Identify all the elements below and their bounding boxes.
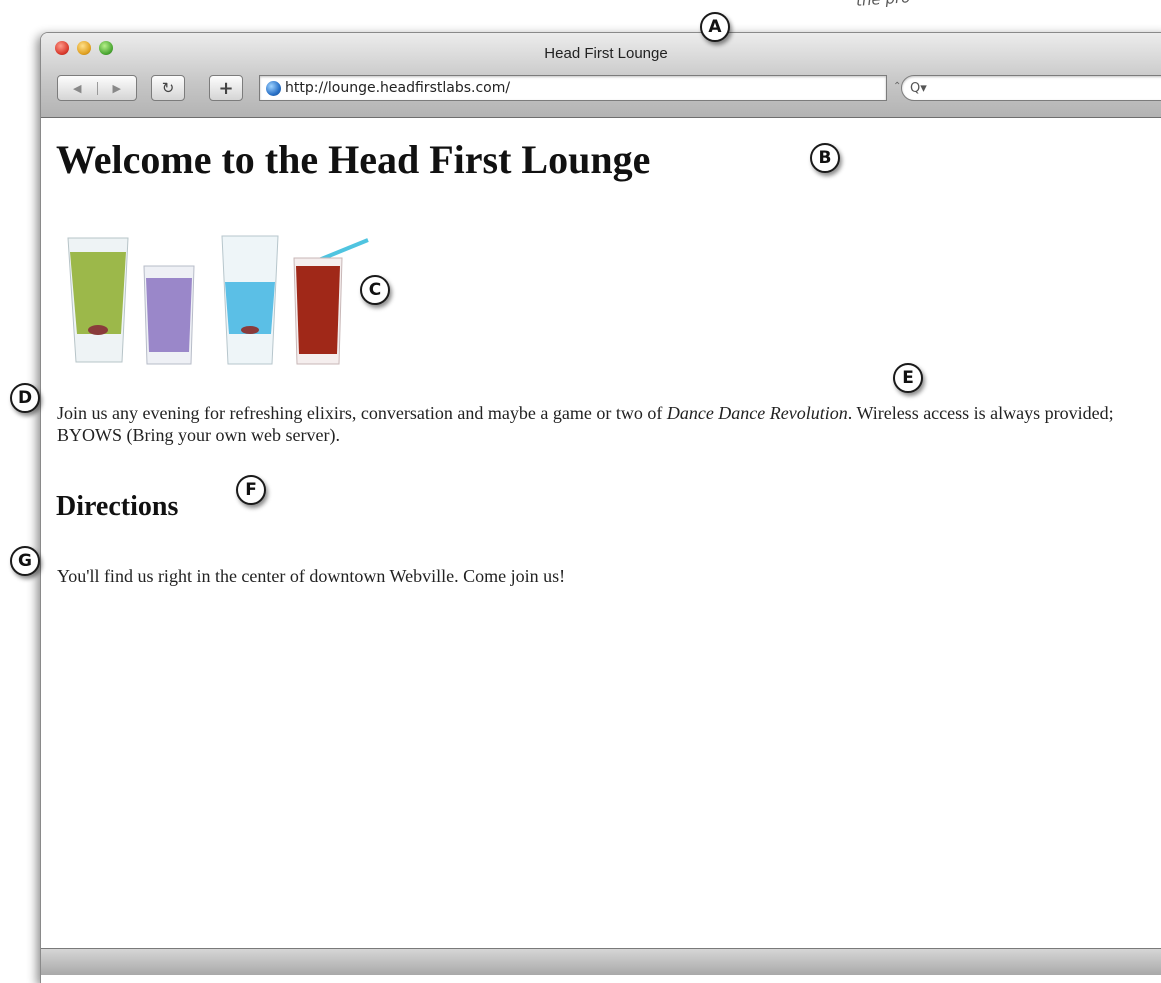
globe-icon bbox=[266, 80, 281, 96]
reload-icon: ↻ bbox=[161, 79, 175, 97]
purple-drink-glass bbox=[143, 265, 195, 365]
red-drink-glass bbox=[293, 238, 369, 365]
callout-f: F bbox=[236, 475, 266, 505]
back-button[interactable]: ◀ bbox=[58, 82, 97, 95]
green-drink-glass bbox=[67, 237, 129, 363]
intro-paragraph: Join us any evening for refreshing elixi… bbox=[57, 402, 1161, 446]
green-drink-liquid bbox=[70, 252, 126, 334]
callout-e: E bbox=[893, 363, 923, 393]
search-input[interactable]: Q▾ bbox=[901, 75, 1161, 101]
blue-drink-glass bbox=[221, 235, 279, 365]
callout-g: G bbox=[10, 546, 40, 576]
reload-button[interactable]: ↻ bbox=[151, 75, 185, 101]
search-icon: Q▾ bbox=[910, 80, 927, 96]
callout-a: A bbox=[700, 12, 730, 42]
window-title: Head First Lounge bbox=[544, 45, 668, 62]
back-forward-buttons: ◀ ▶ bbox=[57, 75, 137, 101]
purple-drink-liquid bbox=[146, 278, 192, 352]
page-heading: Welcome to the Head First Lounge bbox=[56, 137, 651, 182]
intro-emphasis: Dance Dance Revolution bbox=[666, 403, 848, 423]
intro-text-part1: Join us any evening for refreshing elixi… bbox=[57, 403, 667, 423]
callout-d: D bbox=[10, 383, 40, 413]
status-bar bbox=[41, 948, 1161, 975]
address-bar[interactable]: http://lounge.headfirstlabs.com/ bbox=[259, 75, 887, 101]
corner-handwritten-text: the pro bbox=[855, 0, 910, 10]
address-bar-url: http://lounge.headfirstlabs.com/ bbox=[285, 80, 511, 96]
callout-b: B bbox=[810, 143, 840, 173]
title-bar: Head First Lounge ◀ ▶ ↻ + http://lounge.… bbox=[41, 33, 1161, 118]
add-bookmark-button[interactable]: + bbox=[209, 75, 243, 101]
plus-icon: + bbox=[218, 77, 234, 99]
directions-heading: Directions bbox=[56, 491, 179, 522]
directions-paragraph: You'll find us right in the center of do… bbox=[57, 566, 566, 586]
page-content: Welcome to the Head First Lounge Join us… bbox=[41, 118, 1161, 948]
drinks-image bbox=[67, 235, 369, 365]
callout-c: C bbox=[360, 275, 390, 305]
browser-window: Head First Lounge ◀ ▶ ↻ + http://lounge.… bbox=[40, 32, 1161, 983]
forward-button[interactable]: ▶ bbox=[96, 81, 137, 95]
red-drink-liquid bbox=[296, 266, 340, 354]
